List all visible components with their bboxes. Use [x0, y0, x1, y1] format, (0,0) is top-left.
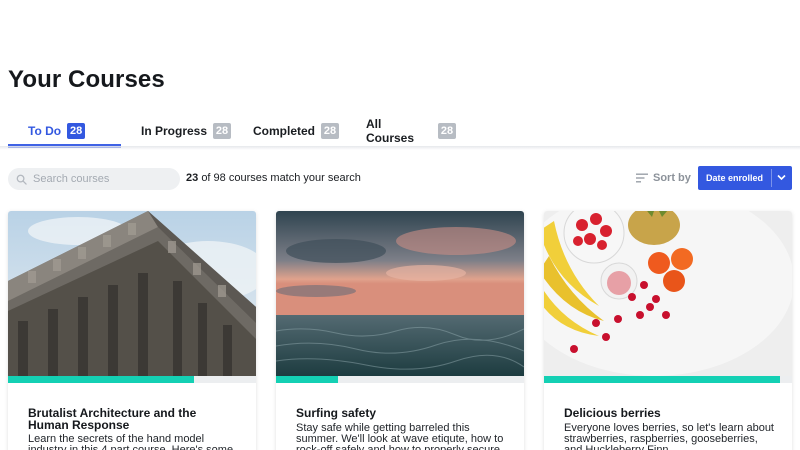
search-input[interactable]: [33, 173, 173, 185]
course-progress-fill: [8, 376, 194, 383]
sort-selected-value: Date enrolled: [706, 173, 764, 183]
tab-to-do[interactable]: To Do 28: [8, 116, 121, 148]
course-title: Delicious berries: [564, 406, 661, 420]
course-title: Surfing safety: [296, 406, 377, 420]
search-icon: [16, 174, 27, 185]
dropdown-divider: [771, 169, 772, 187]
tab-label: To Do: [28, 124, 62, 138]
page-title: Your Courses: [8, 66, 165, 93]
results-summary: 23 of 98 courses match your search: [186, 172, 361, 184]
results-count: 23: [186, 172, 199, 184]
course-image-ocean-sunset: [276, 211, 524, 376]
course-card[interactable]: Brutalist Architecture and the Human Res…: [8, 211, 256, 450]
tab-label: In Progress: [141, 124, 208, 138]
sort-dropdown[interactable]: Date enrolled: [698, 166, 792, 190]
course-description: Stay safe while getting barreled this su…: [296, 422, 504, 450]
course-card[interactable]: Surfing safety Stay safe while getting b…: [276, 211, 524, 450]
tab-count-badge: 28: [67, 123, 86, 139]
tabs-divider: [0, 146, 800, 150]
tab-completed[interactable]: Completed 28: [233, 116, 346, 146]
tab-count-badge: 28: [438, 123, 456, 139]
course-image-fruit-bowl: [544, 211, 792, 376]
course-title: Brutalist Architecture and the Human Res…: [28, 406, 197, 432]
tab-all-courses[interactable]: All Courses 28: [346, 116, 456, 146]
tab-count-badge: 28: [321, 123, 340, 139]
course-progress-bar: [8, 376, 256, 383]
course-progress-bar: [276, 376, 524, 383]
sort-label-text: Sort by: [653, 172, 691, 184]
course-description: Everyone loves berries, so let's learn a…: [564, 422, 774, 450]
tab-count-badge: 28: [213, 123, 232, 139]
results-summary-text: of 98 courses match your search: [201, 172, 361, 184]
course-progress-fill: [276, 376, 338, 383]
sort-icon: [636, 173, 648, 183]
tab-label: All Courses: [366, 117, 415, 145]
course-image-brutalist-building: [8, 211, 256, 376]
tab-label: Completed: [253, 124, 316, 138]
chevron-down-icon: [777, 174, 786, 181]
course-card[interactable]: Delicious berries Everyone loves berries…: [544, 211, 792, 450]
sort-by-label: Sort by: [636, 172, 691, 184]
search-field[interactable]: [8, 168, 180, 190]
course-tabs: To Do 28 In Progress 28 Completed 28 All…: [8, 116, 800, 148]
tab-in-progress[interactable]: In Progress 28: [121, 116, 233, 146]
course-description: Learn the secrets of the hand model indu…: [28, 433, 234, 450]
course-progress-bar: [544, 376, 792, 383]
course-progress-fill: [544, 376, 780, 383]
